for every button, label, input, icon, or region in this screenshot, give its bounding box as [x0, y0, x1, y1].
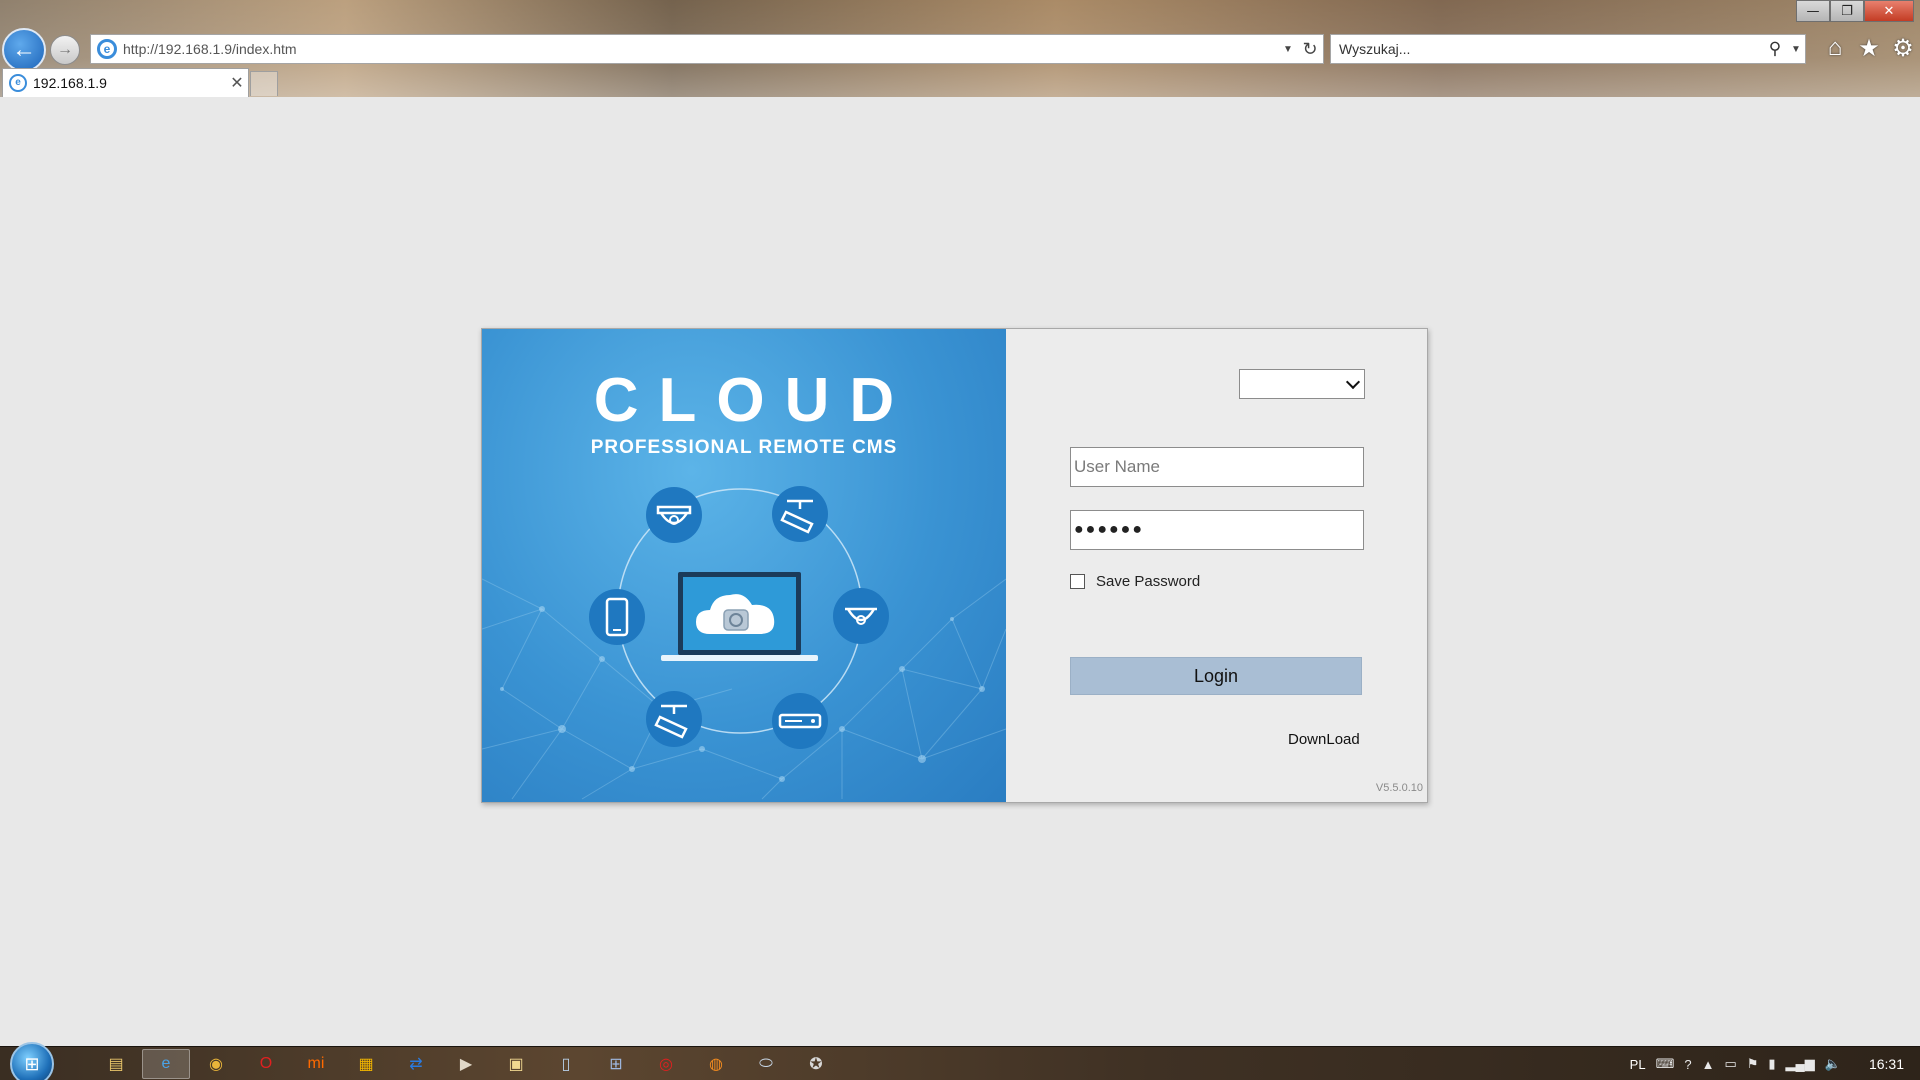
- username-input[interactable]: [1070, 447, 1364, 487]
- login-card: CLOUD PROFESSIONAL REMOTE CMS Save Passw…: [481, 328, 1428, 803]
- browser-chrome: — ❐ ✕ ← → e http://192.168.1.9/index.htm…: [0, 0, 1920, 97]
- close-window-button[interactable]: ✕: [1864, 0, 1914, 22]
- folder-icon[interactable]: ▣: [492, 1049, 540, 1079]
- favorites-star-icon[interactable]: ★: [1856, 34, 1882, 62]
- cloud-banner: CLOUD PROFESSIONAL REMOTE CMS: [482, 329, 1006, 802]
- clock[interactable]: 16:31: [1869, 1056, 1904, 1072]
- taskbar-items: ▤ e ◉ Omi ▦ ⇄ ▶ ▣ ▯ ⊞ ◎ ◍ ⬭ ✪: [92, 1049, 840, 1079]
- restore-button[interactable]: ❐: [1830, 0, 1864, 22]
- windows-store-icon[interactable]: ▦: [342, 1049, 390, 1079]
- bullet-camera-icon-bottom: [646, 691, 702, 747]
- windows-logo-icon: ⊞: [24, 1053, 40, 1074]
- page-content: CLOUD PROFESSIONAL REMOTE CMS Save Passw…: [0, 97, 1920, 1046]
- search-box[interactable]: Wyszukaj... ⚲ ▼: [1330, 34, 1806, 64]
- tab-label: 192.168.1.9: [33, 75, 107, 91]
- back-button[interactable]: ←: [2, 28, 46, 72]
- notepad-icon[interactable]: ▯: [542, 1049, 590, 1079]
- tab-bar: e 192.168.1.9 ✕: [0, 68, 1920, 97]
- close-tab-icon[interactable]: ✕: [226, 73, 248, 93]
- record-icon[interactable]: ◎: [642, 1049, 690, 1079]
- navigation-bar: ← → e http://192.168.1.9/index.htm ▼ ↻ W…: [0, 28, 1920, 72]
- address-bar[interactable]: e http://192.168.1.9/index.htm ▼ ↻: [90, 34, 1324, 64]
- new-tab-button[interactable]: [250, 71, 278, 96]
- banner-title: CLOUD: [593, 366, 915, 435]
- save-password-label[interactable]: Save Password: [1096, 573, 1200, 590]
- arrow-left-icon: ←: [12, 36, 36, 63]
- network-icon[interactable]: ⊞: [592, 1049, 640, 1079]
- power-icon[interactable]: ▮: [1768, 1056, 1775, 1072]
- volume-icon[interactable]: 🔈: [1825, 1056, 1841, 1072]
- taskbar: ⊞ ▤ e ◉ Omi ▦ ⇄ ▶ ▣ ▯ ⊞ ◎ ◍ ⬭ ✪ PL ⌨ ? ▲ ▭ ⚑ ▮ ▂▄▆ 🔈 …: [0, 1042, 1920, 1080]
- smartphone-icon: [589, 589, 645, 645]
- toolbar-icons: ⌂ ★ ⚙: [1822, 34, 1916, 62]
- login-button[interactable]: Login: [1070, 657, 1362, 695]
- url-text[interactable]: http://192.168.1.9/index.htm: [123, 41, 1279, 57]
- login-form: Save Password Login DownLoad V5.5.0.10: [1006, 329, 1427, 802]
- dome-camera-icon: [646, 487, 702, 543]
- arrow-right-icon: →: [57, 41, 73, 58]
- internet-explorer-icon[interactable]: e: [142, 1049, 190, 1079]
- internet-explorer-icon: e: [97, 39, 117, 59]
- home-icon[interactable]: ⌂: [1822, 34, 1848, 62]
- refresh-icon[interactable]: ↻: [1297, 39, 1323, 60]
- mi-icon[interactable]: mi: [292, 1049, 340, 1079]
- opera-icon[interactable]: O: [242, 1049, 290, 1079]
- system-tray: PL ⌨ ? ▲ ▭ ⚑ ▮ ▂▄▆ 🔈 16:31: [1630, 1047, 1910, 1080]
- chevron-down-icon[interactable]: ▼: [1787, 44, 1805, 55]
- vpn-icon[interactable]: ⬭: [742, 1049, 790, 1079]
- start-button[interactable]: ⊞: [10, 1042, 54, 1080]
- teamviewer-icon[interactable]: ⇄: [392, 1049, 440, 1079]
- drive-icon[interactable]: ▭: [1724, 1056, 1736, 1072]
- search-input[interactable]: Wyszukaj...: [1339, 41, 1763, 57]
- file-explorer-icon[interactable]: ▤: [92, 1049, 140, 1079]
- chevron-down-icon: [1345, 374, 1361, 389]
- chrome-icon[interactable]: ◉: [192, 1049, 240, 1079]
- password-input[interactable]: [1070, 510, 1364, 550]
- dome-camera-icon-right: [833, 588, 889, 644]
- language-indicator[interactable]: PL: [1630, 1057, 1646, 1072]
- laptop-cloud-icon: [661, 572, 818, 661]
- bullet-camera-icon: [772, 486, 828, 542]
- search-icon[interactable]: ⚲: [1763, 39, 1787, 59]
- gear-icon[interactable]: ⚙: [1890, 34, 1916, 62]
- save-password-row[interactable]: Save Password: [1070, 573, 1200, 590]
- language-select[interactable]: [1239, 369, 1365, 399]
- version-label: V5.5.0.10: [1375, 782, 1423, 794]
- action-center-flag-icon[interactable]: ⚑: [1747, 1056, 1759, 1072]
- minimize-button[interactable]: —: [1796, 0, 1830, 22]
- download-link[interactable]: DownLoad: [1288, 731, 1360, 748]
- dvr-recorder-icon: [772, 693, 828, 749]
- internet-explorer-icon: e: [9, 74, 27, 92]
- window-controls: — ❐ ✕: [1796, 0, 1914, 22]
- app-icon[interactable]: ✪: [792, 1049, 840, 1079]
- banner-subtitle: PROFESSIONAL REMOTE CMS: [590, 437, 898, 458]
- save-password-checkbox[interactable]: [1070, 574, 1085, 589]
- forward-button[interactable]: →: [50, 35, 80, 65]
- tab-active[interactable]: e 192.168.1.9 ✕: [2, 68, 249, 97]
- keyboard-icon[interactable]: ⌨: [1656, 1056, 1675, 1072]
- chevron-down-icon[interactable]: ▼: [1279, 44, 1297, 55]
- firefox-icon[interactable]: ◍: [692, 1049, 740, 1079]
- show-hidden-icons-icon[interactable]: ▲: [1702, 1057, 1715, 1072]
- media-player-icon[interactable]: ▶: [442, 1049, 490, 1079]
- network-signal-icon[interactable]: ▂▄▆: [1786, 1056, 1815, 1072]
- help-icon[interactable]: ?: [1684, 1057, 1691, 1072]
